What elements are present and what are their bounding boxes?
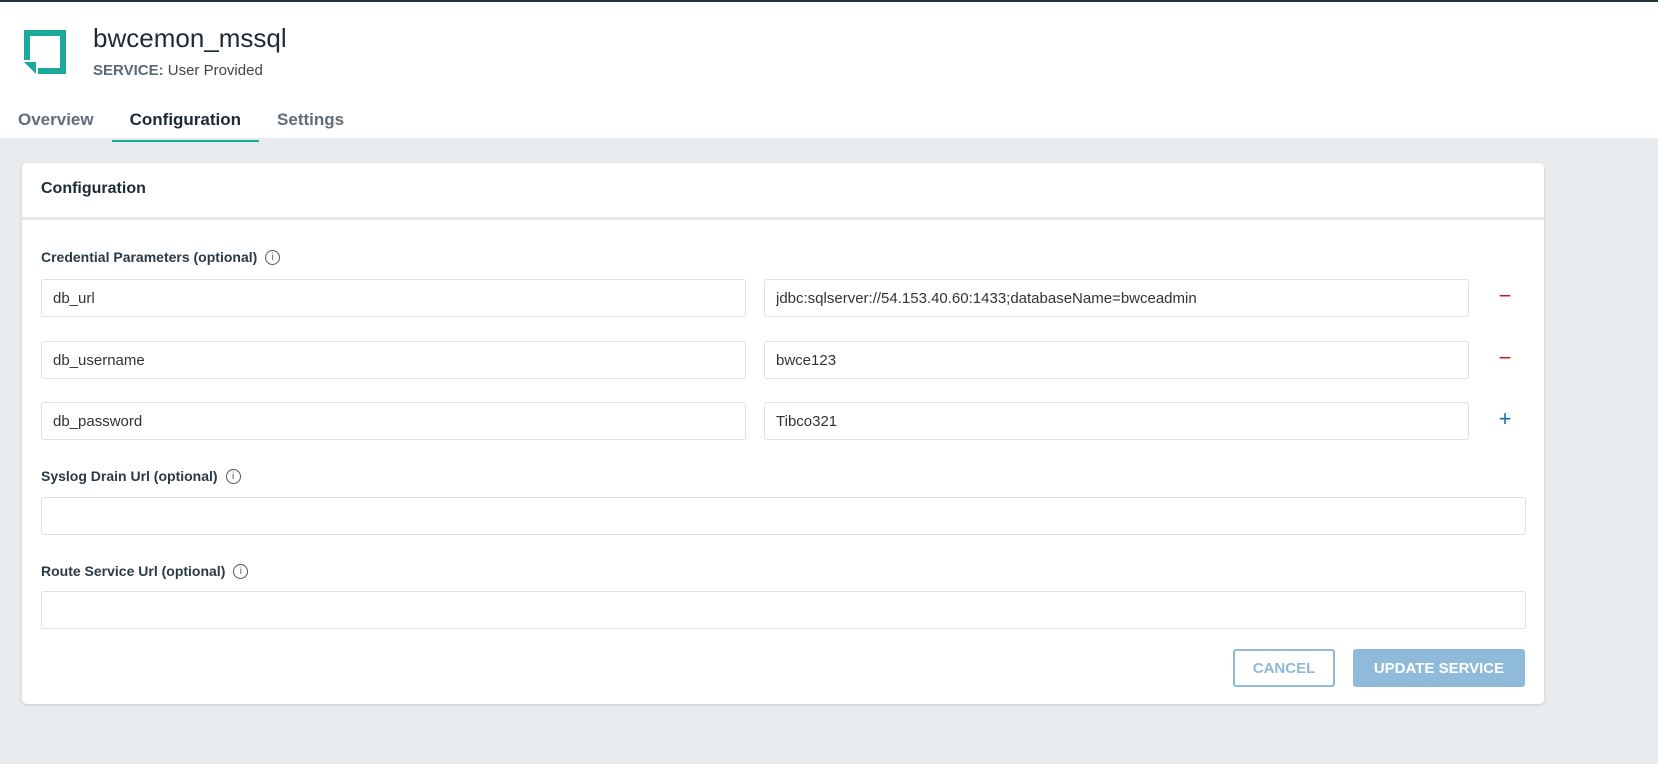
info-icon[interactable]: i xyxy=(265,249,281,265)
credential-label: Credential Parameters (optional) i xyxy=(41,249,281,265)
info-icon[interactable]: i xyxy=(225,468,241,484)
card-title: Configuration xyxy=(22,163,1544,220)
add-param-icon[interactable]: + xyxy=(1497,406,1513,432)
route-service-url-input[interactable] xyxy=(41,591,1526,629)
remove-param-icon[interactable]: − xyxy=(1497,283,1513,309)
param-value-input[interactable] xyxy=(764,402,1469,440)
tab-settings[interactable]: Settings xyxy=(259,102,362,142)
tab-overview[interactable]: Overview xyxy=(0,102,112,142)
remove-param-icon[interactable]: − xyxy=(1497,345,1513,371)
syslog-drain-url-input[interactable] xyxy=(41,497,1526,535)
route-label: Route Service Url (optional) i xyxy=(41,563,249,579)
tab-bar: Overview Configuration Settings xyxy=(0,102,362,142)
param-value-input[interactable] xyxy=(764,341,1469,379)
syslog-label: Syslog Drain Url (optional) i xyxy=(41,468,241,484)
header: bwcemon_mssql SERVICE: User Provided Ove… xyxy=(0,0,1658,142)
service-logo-icon xyxy=(24,30,66,74)
page-title: bwcemon_mssql xyxy=(93,23,287,53)
tab-configuration[interactable]: Configuration xyxy=(111,102,260,142)
update-service-button[interactable]: UPDATE SERVICE xyxy=(1353,649,1525,687)
info-icon[interactable]: i xyxy=(233,563,249,579)
service-type: SERVICE: User Provided xyxy=(93,62,263,79)
cancel-button[interactable]: CANCEL xyxy=(1233,649,1335,687)
configuration-card: Configuration Credential Parameters (opt… xyxy=(22,163,1544,704)
param-value-input[interactable] xyxy=(764,279,1469,317)
param-key-input[interactable] xyxy=(41,402,746,440)
param-key-input[interactable] xyxy=(41,279,746,317)
param-key-input[interactable] xyxy=(41,341,746,379)
